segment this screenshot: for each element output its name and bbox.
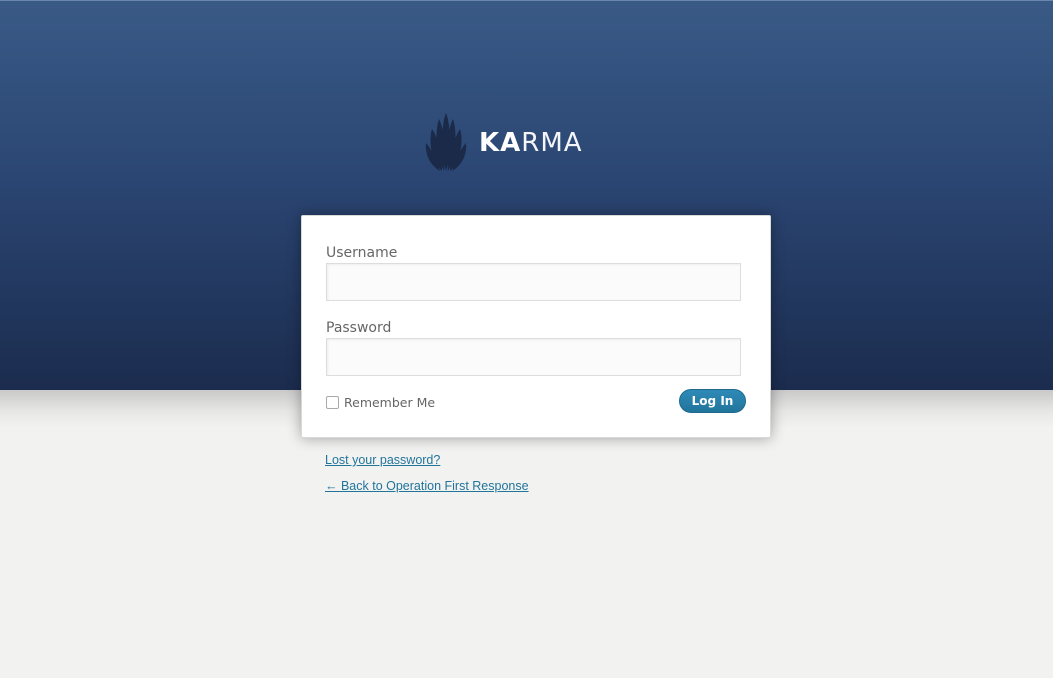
login-form: Username Password Remember Me Log In [301, 215, 771, 438]
logo-wordmark-bold: KA [479, 128, 522, 158]
lost-password-link[interactable]: Lost your password? [325, 453, 440, 467]
back-to-site-link[interactable]: ← Back to Operation First Response [325, 479, 529, 493]
remember-me-row: Remember Me [326, 395, 435, 410]
password-label: Password [326, 320, 392, 336]
leaf-fan-icon [425, 113, 467, 171]
site-logo: KARMA [425, 112, 583, 172]
logo-wordmark: KARMA [479, 130, 583, 156]
username-label: Username [326, 245, 398, 261]
login-button[interactable]: Log In [679, 389, 746, 413]
logo-wordmark-light: RMA [521, 128, 583, 158]
remember-me-label[interactable]: Remember Me [344, 395, 435, 410]
password-input[interactable] [326, 338, 741, 376]
remember-me-checkbox[interactable] [326, 396, 339, 409]
username-input[interactable] [326, 263, 741, 301]
